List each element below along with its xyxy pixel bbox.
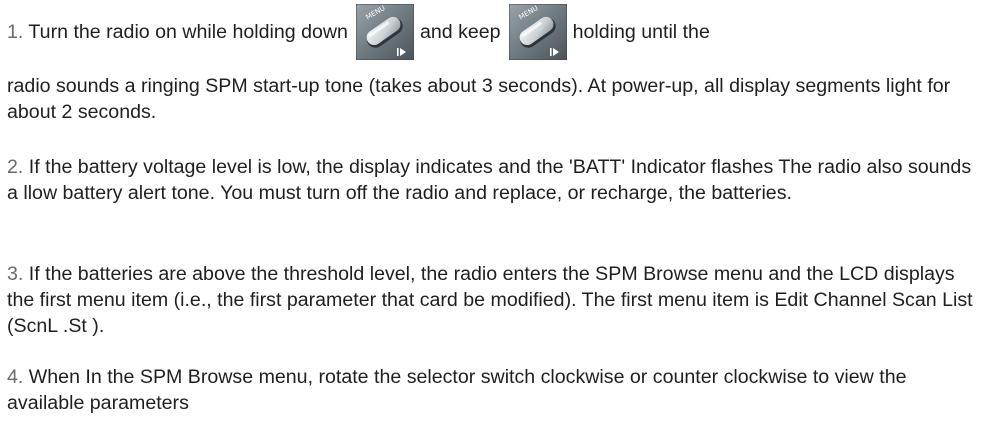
- step-2-number: 2.: [7, 156, 24, 178]
- step-1-text-part2: and keep: [419, 21, 501, 43]
- step-1-continued-text: radio sounds a ringing SPM start-up tone…: [7, 75, 951, 123]
- step-1-first-line: 1. Turn the radio on while holding down: [7, 4, 710, 60]
- step-4-number: 4.: [7, 366, 24, 388]
- step-1-number: 1.: [7, 21, 24, 43]
- menu-button-icon: MENU: [508, 4, 567, 60]
- step-4-paragraph: 4. When In the SPM Browse menu, rotate t…: [7, 364, 985, 416]
- step-2-text: If the battery voltage level is low, the…: [7, 156, 972, 204]
- menu-button-icon: MENU: [355, 4, 414, 60]
- step-1-text-part1: Turn the radio on while holding down: [23, 21, 348, 43]
- step-1-text-part3: holding until the: [572, 21, 710, 43]
- step-3-number: 3.: [7, 263, 24, 285]
- step-3-paragraph: 3. If the batteries are above the thresh…: [7, 261, 985, 339]
- step-4-text: When In the SPM Browse menu, rotate the …: [7, 366, 907, 414]
- step-2-paragraph: 2. If the battery voltage level is low, …: [7, 154, 985, 206]
- step-3-text: If the batteries are above the threshold…: [7, 263, 973, 337]
